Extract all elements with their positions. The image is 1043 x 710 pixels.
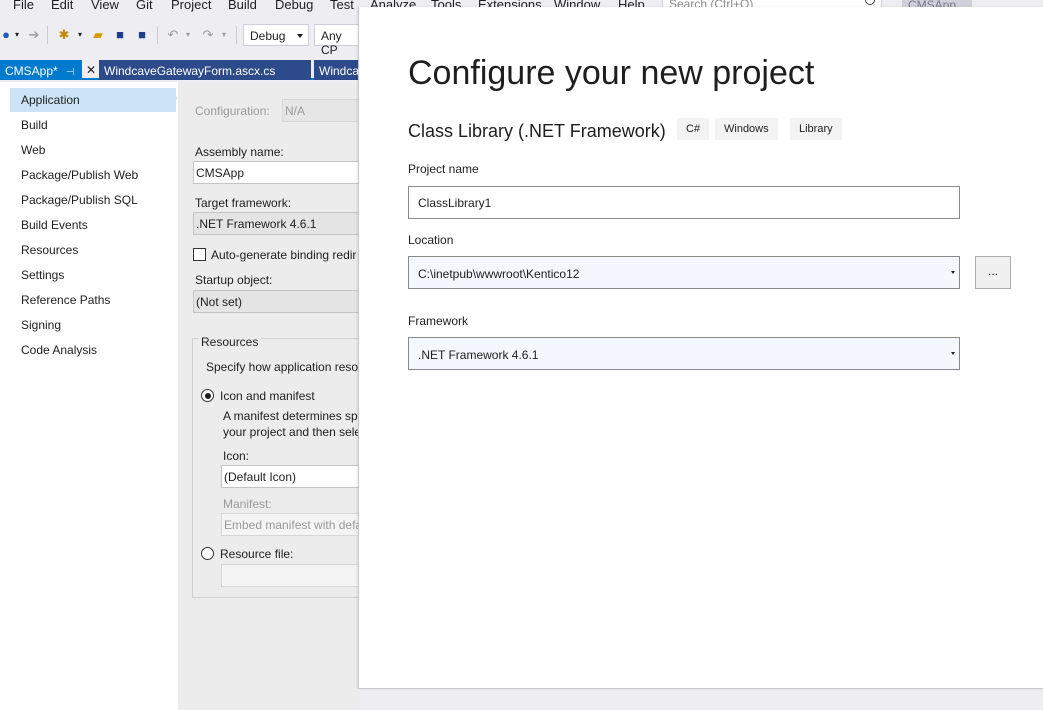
save-icon[interactable]: ■	[113, 27, 127, 43]
nav-reference-paths[interactable]: Reference Paths	[10, 288, 176, 312]
nav-application[interactable]: Application	[10, 88, 176, 112]
application-pane: Configuration: N/A Assembly name: CMSApp…	[178, 82, 392, 710]
template-name: Class Library (.NET Framework)	[408, 121, 666, 141]
resources-group-title: Resources	[198, 335, 262, 349]
configuration-field: N/A	[282, 99, 362, 122]
tab-windcave-gateway-form[interactable]: WindcaveGatewayForm.ascx.cs	[99, 60, 311, 80]
nav-settings[interactable]: Settings	[10, 263, 176, 287]
undo-dropdown-icon[interactable]: ▾	[184, 27, 192, 43]
search-icon	[865, 0, 875, 5]
chevron-down-icon	[297, 34, 303, 38]
tab-label: Windca	[319, 64, 360, 78]
chevron-down-icon[interactable]	[951, 271, 955, 274]
tag-platform: Windows	[715, 118, 778, 140]
nav-resources[interactable]: Resources	[10, 238, 176, 262]
new-item-dropdown-icon[interactable]: ▾	[76, 27, 84, 43]
startup-object-dropdown[interactable]: (Not set)	[193, 290, 363, 313]
open-folder-icon[interactable]: ▰	[90, 27, 106, 43]
location-combo[interactable]: C:\inetpub\wwwroot\Kentico12	[408, 256, 960, 289]
manifest-label: Manifest:	[223, 497, 272, 511]
redo-icon[interactable]: ↷	[200, 27, 216, 43]
icon-label: Icon:	[223, 449, 250, 463]
undo-icon[interactable]: ↶	[165, 27, 181, 43]
nav-package-publish-web[interactable]: Package/Publish Web	[10, 163, 176, 187]
startup-object-label: Startup object:	[195, 273, 273, 287]
menu-git[interactable]: Git	[136, 0, 153, 12]
nav-signing[interactable]: Signing	[10, 313, 176, 337]
target-framework-label: Target framework:	[195, 196, 292, 210]
target-framework-dropdown[interactable]: .NET Framework 4.6.1	[193, 212, 363, 235]
nav-code-analysis[interactable]: Code Analysis	[10, 338, 176, 362]
menu-view[interactable]: View	[91, 0, 119, 12]
nav-build[interactable]: Build	[10, 113, 176, 137]
toolbar-separator	[157, 26, 158, 44]
properties-nav: Application Build Web Package/Publish We…	[0, 82, 178, 710]
resource-file-input	[221, 564, 371, 587]
framework-value: .NET Framework 4.6.1	[418, 348, 539, 362]
resources-description: Specify how application reso	[206, 360, 359, 374]
forward-icon[interactable]: ➔	[26, 27, 42, 43]
icon-manifest-radio[interactable]	[201, 389, 214, 402]
menu-file[interactable]: File	[13, 0, 34, 12]
back-icon[interactable]: ●	[0, 27, 12, 43]
project-name-label: Project name	[408, 162, 479, 176]
platform-value: Any CP	[321, 29, 342, 57]
tab-windcave-other[interactable]: Windca	[314, 60, 360, 80]
new-item-icon[interactable]: ✱	[56, 27, 72, 43]
toolbar: ● ▾ ➔ ✱ ▾ ▰ ■ ■ ↶ ▾ ↷ ▾ Debug Any CP	[0, 20, 366, 57]
tag-language: C#	[677, 118, 710, 140]
tab-label: CMSApp*	[5, 64, 58, 78]
back-dropdown-icon[interactable]: ▾	[13, 27, 21, 43]
resource-file-radio[interactable]	[201, 547, 214, 560]
manifest-description-2: your project and then sele	[223, 425, 362, 439]
tab-cmsapp-properties[interactable]: CMSApp* ⊣	[0, 60, 82, 80]
dialog-title: Configure your new project	[408, 54, 815, 92]
resource-file-label: Resource file:	[220, 547, 294, 561]
document-tabs: CMSApp* ⊣ ✕ WindcaveGatewayForm.ascx.cs W…	[0, 60, 360, 80]
manifest-description-1: A manifest determines sp	[223, 409, 358, 423]
assembly-name-input[interactable]: CMSApp	[193, 161, 363, 184]
autogen-binding-label: Auto-generate binding redir	[211, 248, 357, 262]
location-value: C:\inetpub\wwwroot\Kentico12	[418, 267, 580, 281]
framework-label: Framework	[408, 314, 469, 328]
menu-project[interactable]: Project	[171, 0, 211, 12]
configuration-label: Configuration:	[195, 104, 270, 118]
toolbar-separator	[236, 26, 237, 44]
icon-manifest-label: Icon and manifest	[220, 389, 315, 403]
menu-debug[interactable]: Debug	[275, 0, 313, 12]
browse-button[interactable]: ...	[975, 256, 1011, 289]
chevron-down-icon[interactable]	[951, 352, 955, 355]
tag-project-type: Library	[790, 118, 842, 140]
close-icon[interactable]: ✕	[86, 63, 96, 77]
save-all-icon[interactable]: ■	[134, 27, 150, 43]
configuration-dropdown[interactable]: Debug	[243, 24, 309, 46]
configuration-value: Debug	[250, 29, 286, 43]
configure-project-dialog: Configure your new project Class Library…	[358, 7, 1043, 689]
manifest-dropdown: Embed manifest with defa	[221, 513, 371, 536]
pin-icon[interactable]: ⊣	[66, 67, 75, 78]
nav-package-publish-sql[interactable]: Package/Publish SQL	[10, 188, 176, 212]
nav-web[interactable]: Web	[10, 138, 176, 162]
menu-test[interactable]: Test	[330, 0, 354, 12]
tab-label: WindcaveGatewayForm.ascx.cs	[104, 64, 276, 78]
autogen-binding-checkbox[interactable]	[193, 248, 206, 261]
location-label: Location	[408, 233, 454, 247]
assembly-name-label: Assembly name:	[195, 145, 284, 159]
framework-dropdown[interactable]: .NET Framework 4.6.1	[408, 337, 960, 370]
project-name-input[interactable]	[408, 186, 960, 219]
menu-build[interactable]: Build	[228, 0, 257, 12]
menu-edit[interactable]: Edit	[51, 0, 73, 12]
project-properties: Application Build Web Package/Publish We…	[0, 82, 392, 710]
redo-dropdown-icon[interactable]: ▾	[220, 27, 228, 43]
toolbar-separator	[47, 26, 48, 44]
icon-dropdown[interactable]: (Default Icon)	[221, 465, 371, 488]
nav-build-events[interactable]: Build Events	[10, 213, 176, 237]
